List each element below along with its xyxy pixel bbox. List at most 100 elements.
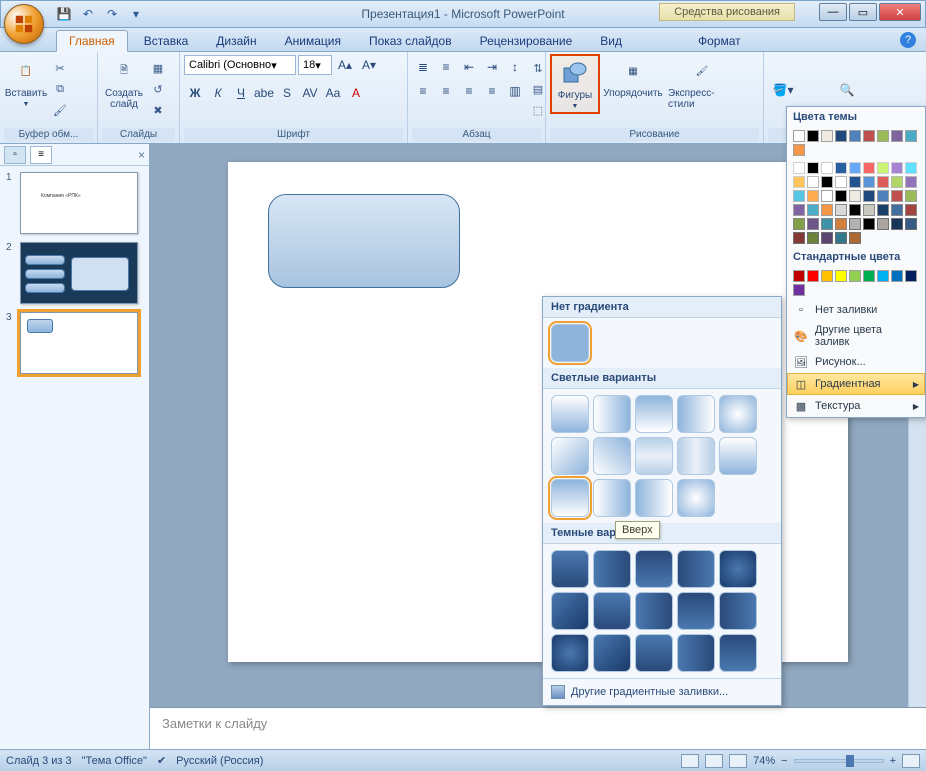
normal-view-button[interactable] (681, 754, 699, 768)
color-swatch[interactable] (863, 190, 875, 202)
light-gradient-swatch[interactable] (677, 395, 715, 433)
color-swatch[interactable] (863, 176, 875, 188)
color-swatch[interactable] (891, 162, 903, 174)
font-color-icon[interactable]: A (345, 82, 367, 104)
light-gradient-swatch[interactable] (635, 437, 673, 475)
color-swatch[interactable] (807, 190, 819, 202)
color-swatch[interactable] (821, 218, 833, 230)
color-swatch[interactable] (905, 130, 917, 142)
color-swatch[interactable] (835, 270, 847, 282)
color-swatch[interactable] (905, 190, 917, 202)
dark-gradient-swatch[interactable] (677, 550, 715, 588)
color-swatch[interactable] (891, 176, 903, 188)
strike-button[interactable]: abe (253, 82, 275, 104)
undo-icon[interactable]: ↶ (79, 5, 97, 23)
color-swatch[interactable] (849, 162, 861, 174)
dark-gradient-swatch[interactable] (719, 550, 757, 588)
color-swatch[interactable] (807, 130, 819, 142)
color-swatch[interactable] (807, 218, 819, 230)
align-left-icon[interactable]: ≡ (412, 80, 434, 102)
columns-icon[interactable]: ▥ (504, 80, 526, 102)
light-gradient-up-swatch[interactable] (551, 479, 589, 517)
color-swatch[interactable] (849, 130, 861, 142)
color-swatch[interactable] (863, 218, 875, 230)
light-gradient-swatch[interactable] (635, 479, 673, 517)
color-swatch[interactable] (821, 232, 833, 244)
color-swatch[interactable] (891, 218, 903, 230)
dark-gradient-swatch[interactable] (551, 592, 589, 630)
dark-gradient-swatch[interactable] (593, 592, 631, 630)
tab-slideshow[interactable]: Показ слайдов (357, 31, 464, 51)
italic-button[interactable]: К (207, 82, 229, 104)
zoom-out-icon[interactable]: − (781, 755, 787, 767)
line-spacing-icon[interactable]: ↕ (504, 56, 526, 78)
font-name-combo[interactable]: Calibri (Основно ▾ (184, 55, 296, 75)
color-swatch[interactable] (807, 204, 819, 216)
dark-gradient-swatch[interactable] (593, 550, 631, 588)
dark-gradient-swatch[interactable] (635, 634, 673, 672)
color-swatch[interactable] (849, 190, 861, 202)
grow-font-icon[interactable]: A▴ (334, 54, 356, 76)
color-swatch[interactable] (821, 204, 833, 216)
color-swatch[interactable] (821, 162, 833, 174)
light-gradient-swatch[interactable] (551, 395, 589, 433)
reset-icon[interactable]: ↺ (148, 79, 168, 99)
tab-animation[interactable]: Анимация (273, 31, 353, 51)
find-icon[interactable]: 🔍 (836, 79, 858, 101)
slide-thumbnail-1[interactable]: Компания «РПК» (20, 172, 138, 234)
color-swatch[interactable] (877, 270, 889, 282)
color-swatch[interactable] (835, 190, 847, 202)
light-gradient-swatch[interactable] (551, 437, 589, 475)
justify-icon[interactable]: ≡ (481, 80, 503, 102)
color-swatch[interactable] (793, 144, 805, 156)
color-swatch[interactable] (793, 204, 805, 216)
color-swatch[interactable] (877, 190, 889, 202)
color-swatch[interactable] (807, 232, 819, 244)
color-swatch[interactable] (807, 176, 819, 188)
dark-gradient-swatch[interactable] (635, 592, 673, 630)
color-swatch[interactable] (793, 218, 805, 230)
no-gradient-swatch[interactable] (551, 324, 589, 362)
spellcheck-icon[interactable]: ✔ (157, 754, 166, 767)
light-gradient-swatch[interactable] (593, 437, 631, 475)
color-swatch[interactable] (793, 190, 805, 202)
color-swatch[interactable] (877, 130, 889, 142)
no-fill-item[interactable]: ▫Нет заливки (787, 299, 925, 321)
color-swatch[interactable] (835, 232, 847, 244)
office-button[interactable] (4, 4, 44, 44)
light-gradient-swatch[interactable] (593, 395, 631, 433)
rounded-rectangle-shape[interactable] (268, 194, 460, 288)
help-icon[interactable]: ? (900, 32, 916, 48)
layout-icon[interactable]: ▦ (148, 58, 168, 78)
light-gradient-swatch[interactable] (677, 479, 715, 517)
color-swatch[interactable] (793, 270, 805, 282)
color-swatch[interactable] (863, 130, 875, 142)
copy-icon[interactable]: ⧉ (50, 79, 70, 99)
gradient-fill-item[interactable]: ◫Градиентная▶ (787, 373, 925, 395)
bold-button[interactable]: Ж (184, 82, 206, 104)
align-center-icon[interactable]: ≡ (435, 80, 457, 102)
bullets-icon[interactable]: ≣ (412, 56, 434, 78)
slideshow-view-button[interactable] (729, 754, 747, 768)
color-swatch[interactable] (849, 270, 861, 282)
light-gradient-swatch[interactable] (635, 395, 673, 433)
light-gradient-swatch[interactable] (677, 437, 715, 475)
dark-gradient-swatch[interactable] (635, 550, 673, 588)
color-swatch[interactable] (793, 284, 805, 296)
color-swatch[interactable] (849, 176, 861, 188)
light-gradient-swatch[interactable] (719, 395, 757, 433)
cut-icon[interactable]: ✂ (50, 58, 70, 78)
new-slide-button[interactable]: 🗎 Создать слайд (102, 54, 146, 112)
color-swatch[interactable] (891, 190, 903, 202)
font-size-combo[interactable]: 18 ▾ (298, 55, 332, 75)
color-swatch[interactable] (807, 162, 819, 174)
color-swatch[interactable] (891, 270, 903, 282)
tab-design[interactable]: Дизайн (204, 31, 268, 51)
color-swatch[interactable] (877, 176, 889, 188)
color-swatch[interactable] (835, 162, 847, 174)
zoom-thumb[interactable] (846, 755, 854, 767)
color-swatch[interactable] (835, 176, 847, 188)
dark-gradient-swatch[interactable] (677, 592, 715, 630)
thumbnails-tab[interactable]: ▫ (4, 146, 26, 164)
minimize-button[interactable]: — (819, 3, 847, 21)
